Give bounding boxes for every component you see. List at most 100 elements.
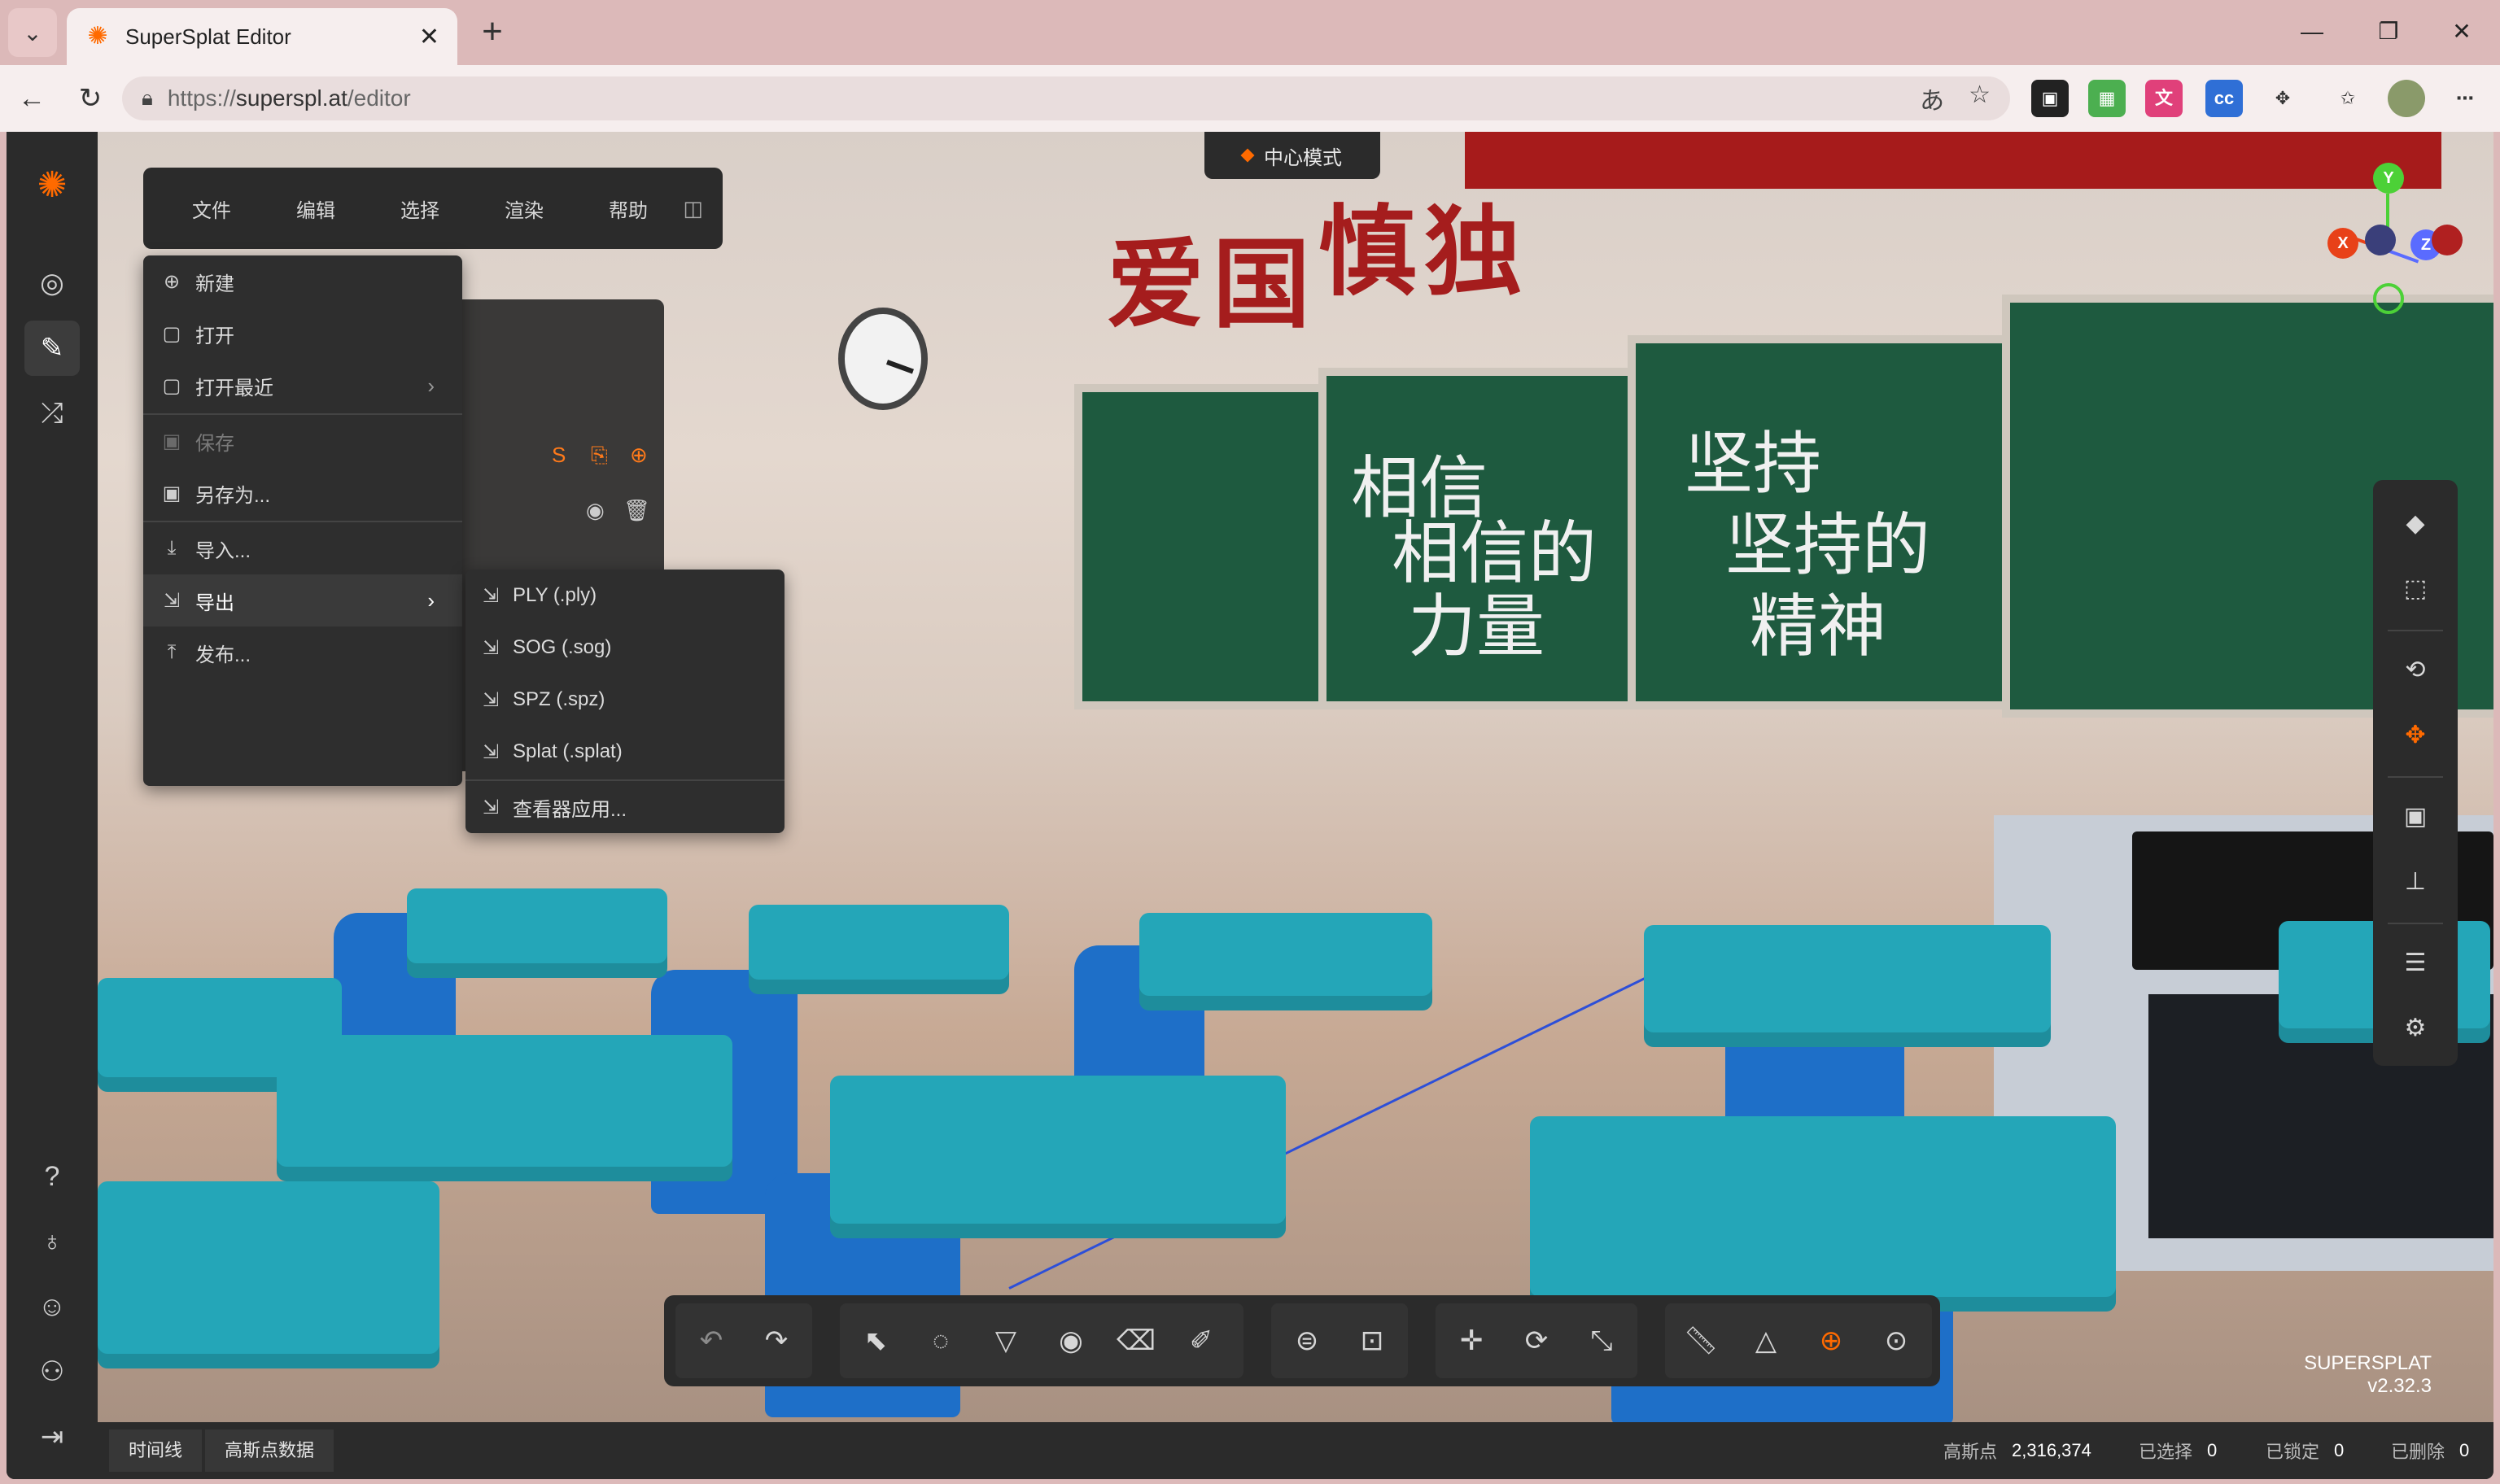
help-icon[interactable]: ? — [24, 1149, 80, 1204]
menu-item-open-recent[interactable]: ▢ 打开最近 › — [143, 360, 462, 412]
bounding-box-icon[interactable]: ▣ — [2388, 791, 2443, 843]
tab-list-button[interactable]: ⌄ — [8, 8, 57, 57]
extension-3-icon[interactable]: 文 — [2145, 80, 2183, 117]
move-icon[interactable]: ✛ — [1439, 1303, 1504, 1378]
gizmo-x-axis[interactable]: X — [2327, 228, 2358, 259]
menu-file[interactable]: 文件 — [160, 194, 264, 223]
supersplat-logo-icon[interactable]: ✺ — [24, 158, 80, 213]
favorites-icon[interactable]: ✩ — [2329, 80, 2367, 117]
translate-icon[interactable]: あ — [1920, 81, 1944, 116]
extensions-puzzle-icon[interactable]: ✥ — [2264, 80, 2301, 117]
brush-select-icon[interactable]: ◉ — [1038, 1303, 1104, 1378]
delete-trash-icon[interactable]: 🗑︎ — [623, 498, 650, 523]
menu-render[interactable]: 渲染 — [472, 194, 576, 223]
gizmo-y-axis[interactable]: Y — [2373, 163, 2404, 194]
url-field[interactable]: 🔒︎ https:// superspl.at /editor あ ☆ — [122, 76, 2010, 120]
menu-item-open[interactable]: ▢ 打开 — [143, 308, 462, 360]
menu-help[interactable]: 帮助 — [576, 194, 680, 223]
gizmo-neg-y[interactable] — [2373, 283, 2404, 314]
sphere-select-icon[interactable]: ⊜ — [1274, 1303, 1340, 1378]
edit-pen-icon[interactable]: ✎ — [24, 321, 80, 376]
minimize-button[interactable]: — — [2284, 11, 2340, 52]
fly-mode-icon[interactable]: ✥ — [2388, 709, 2443, 762]
lasso-select-icon[interactable]: ◌ — [908, 1303, 973, 1378]
view-settings-icon[interactable]: ☰ — [2388, 937, 2443, 989]
compass-icon[interactable]: ◎ — [24, 255, 80, 311]
world-space-icon[interactable]: ⊕ — [1799, 1303, 1864, 1378]
scene-banner-text-right: 慎独 — [1318, 194, 1530, 309]
menu-edit[interactable]: 编辑 — [264, 194, 368, 223]
diamond-view-icon[interactable]: ◆ — [2388, 498, 2443, 550]
left-rail: ✺ ◎ ✎ ⤮ ? ♁ ☺ ⚇ ⇥ — [7, 132, 98, 1479]
axes-icon[interactable]: ⊥ — [2388, 856, 2443, 908]
menu-item-import[interactable]: ⤓ 导入... — [143, 522, 462, 574]
board-right-text-3: 精神 — [1750, 587, 1887, 666]
export-ply[interactable]: ⇲ PLY (.ply) — [465, 570, 785, 622]
splat-icon[interactable]: S — [552, 443, 566, 468]
tab-timeline[interactable]: 时间线 — [109, 1429, 203, 1472]
import-layer-icon[interactable]: ⎘ — [591, 443, 608, 469]
tab-close-icon[interactable]: ✕ — [419, 23, 439, 51]
tab-splat-data[interactable]: 高斯点数据 — [205, 1429, 334, 1472]
picker-select-icon[interactable]: ⬉ — [843, 1303, 908, 1378]
restore-button[interactable]: ❐ — [2360, 11, 2417, 52]
local-space-icon[interactable]: ⊙ — [1864, 1303, 1929, 1378]
new-layer-icon[interactable]: ⊕ — [630, 443, 648, 468]
eraser-icon[interactable]: ⌫ — [1104, 1303, 1169, 1378]
frame-selection-icon[interactable]: ⬚ — [2388, 563, 2443, 615]
extension-2-icon[interactable]: ▦ — [2088, 80, 2126, 117]
orientation-gizmo[interactable]: Y X Z — [2310, 161, 2463, 316]
visibility-eye-icon[interactable]: ◉ — [586, 498, 605, 523]
export-sog[interactable]: ⇲ SOG (.sog) — [465, 622, 785, 674]
locked-count: 已锁定 0 — [2266, 1440, 2345, 1462]
export-splat[interactable]: ⇲ Splat (.splat) — [465, 726, 785, 778]
selection-tools-group: ⬉ ◌ ▽ ◉ ⌫ ✐ — [840, 1303, 1243, 1378]
reload-icon[interactable]: ↻ — [70, 78, 111, 119]
box-select-icon[interactable]: ⊡ — [1340, 1303, 1405, 1378]
favorite-star-icon[interactable]: ☆ — [1969, 81, 1991, 116]
browser-tab[interactable]: ✺ SuperSplat Editor ✕ — [67, 8, 457, 65]
export-viewer-app[interactable]: ⇲ 查看器应用... — [465, 781, 785, 833]
camera-orbit-icon[interactable]: ⟲ — [2388, 644, 2443, 696]
export-icon: ⇲ — [482, 796, 500, 818]
export-spz[interactable]: ⇲ SPZ (.spz) — [465, 674, 785, 726]
save-icon: ▣ — [162, 430, 181, 452]
history-group: ↶ ↷ — [675, 1303, 812, 1378]
gizmo-neg-z[interactable] — [2365, 225, 2396, 255]
menu-item-save-as[interactable]: ▣ 另存为... — [143, 467, 462, 519]
profile-avatar[interactable] — [2388, 80, 2425, 117]
eyedropper-icon[interactable]: ✐ — [1169, 1303, 1234, 1378]
ruler-icon[interactable]: 📏︎ — [1668, 1303, 1733, 1378]
site-info-icon[interactable]: 🔒︎ — [142, 85, 153, 111]
menu-item-export[interactable]: ⇲ 导出 › — [143, 574, 462, 626]
sign-in-icon[interactable]: ⇥ — [24, 1409, 80, 1464]
menu-select[interactable]: 选择 — [368, 194, 472, 223]
gizmo-neg-x[interactable] — [2432, 225, 2463, 255]
settings-gear-icon[interactable]: ⚙ — [2388, 1002, 2443, 1054]
add-user-icon[interactable]: ⚇ — [24, 1344, 80, 1399]
save-as-icon: ▣ — [162, 482, 181, 504]
back-arrow-icon[interactable]: ← — [11, 78, 52, 119]
rotate-icon[interactable]: ⟳ — [1504, 1303, 1569, 1378]
menu-item-save: ▣ 保存 — [162, 430, 234, 455]
new-tab-button[interactable]: + — [472, 13, 513, 54]
window-close-button[interactable]: ✕ — [2433, 11, 2490, 52]
collapse-panel-icon[interactable]: ◫ — [683, 196, 703, 221]
extension-4-icon[interactable]: cc — [2205, 80, 2243, 117]
github-icon[interactable]: ♁ — [24, 1214, 80, 1269]
discord-icon[interactable]: ☺ — [24, 1279, 80, 1334]
extension-1-icon[interactable]: ▣ — [2031, 80, 2069, 117]
pivot-icon[interactable]: △ — [1733, 1303, 1799, 1378]
more-menu-icon[interactable]: ⋯ — [2446, 80, 2484, 117]
shuffle-icon[interactable]: ⤮ — [24, 386, 80, 441]
mode-indicator[interactable]: 中心模式 — [1204, 132, 1380, 179]
undo-icon[interactable]: ↶ — [679, 1303, 744, 1378]
scale-icon[interactable]: ⤡ — [1569, 1303, 1634, 1378]
redo-icon[interactable]: ↷ — [744, 1303, 809, 1378]
menu-item-publish[interactable]: ⤒ 发布... — [143, 626, 462, 679]
transform-group: ✛ ⟳ ⤡ — [1436, 1303, 1637, 1378]
menu-item-new[interactable]: ⊕ 新建 — [143, 255, 462, 308]
desk — [407, 888, 667, 978]
polygon-select-icon[interactable]: ▽ — [973, 1303, 1038, 1378]
desk — [749, 905, 1009, 994]
